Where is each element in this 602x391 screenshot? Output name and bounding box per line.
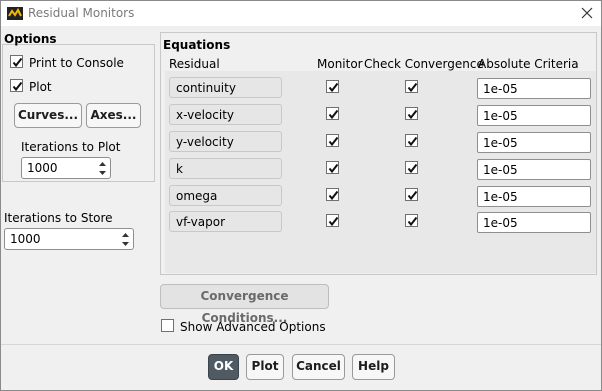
- axes-button[interactable]: Axes...: [86, 103, 141, 128]
- check-convergence-checkbox[interactable]: [405, 134, 418, 147]
- checkmark-icon: [407, 136, 418, 147]
- plot-button[interactable]: Plot: [246, 354, 284, 380]
- options-heading: Options: [4, 32, 57, 46]
- residual-column-header: Residual: [169, 57, 220, 71]
- equations-heading: Equations: [163, 38, 231, 52]
- residual-name-field: omega: [169, 185, 282, 206]
- checkmark-icon: [328, 216, 339, 227]
- residual-name-field: x-velocity: [169, 104, 282, 125]
- footer-divider: [1, 344, 601, 345]
- checkmark-icon: [407, 190, 418, 201]
- residual-name-field: y-velocity: [169, 131, 282, 152]
- convergence-conditions-button[interactable]: Convergence Conditions...: [160, 284, 329, 325]
- check-convergence-checkbox[interactable]: [405, 107, 418, 120]
- checkmark-icon: [407, 216, 418, 227]
- print-to-console-checkbox[interactable]: [10, 55, 23, 68]
- checkmark-icon: [407, 163, 418, 174]
- monitor-checkbox[interactable]: [326, 80, 339, 93]
- residual-name-field: vf-vapor: [169, 211, 282, 232]
- iterations-to-plot-stepper[interactable]: 1000: [21, 157, 111, 179]
- title-bar: Residual Monitors: [1, 1, 601, 26]
- checkmark-icon: [12, 81, 23, 92]
- cancel-button[interactable]: Cancel: [292, 354, 345, 380]
- monitor-column-header: Monitor: [317, 57, 363, 71]
- checkmark-icon: [12, 57, 23, 68]
- curves-button[interactable]: Curves...: [14, 103, 82, 128]
- ok-button[interactable]: OK: [208, 354, 239, 380]
- residual-name-field: continuity: [169, 77, 282, 98]
- help-button[interactable]: Help: [352, 354, 395, 380]
- spinner-arrows-icon[interactable]: [121, 231, 130, 248]
- absolute-criteria-column-header: Absolute Criteria: [478, 57, 579, 71]
- residual-monitors-dialog: Residual Monitors Options Print to Conso…: [0, 0, 602, 391]
- check-convergence-checkbox[interactable]: [405, 80, 418, 93]
- monitor-checkbox[interactable]: [326, 134, 339, 147]
- absolute-criteria-input[interactable]: 1e-05: [477, 186, 591, 207]
- monitor-checkbox[interactable]: [326, 161, 339, 174]
- checkmark-icon: [407, 82, 418, 93]
- plot-label: Plot: [29, 80, 52, 94]
- iterations-to-plot-label: Iterations to Plot: [21, 140, 121, 154]
- checkmark-icon: [328, 109, 339, 120]
- monitor-checkbox[interactable]: [326, 107, 339, 120]
- absolute-criteria-input[interactable]: 1e-05: [477, 105, 591, 126]
- residual-name-field: k: [169, 158, 282, 179]
- absolute-criteria-input[interactable]: 1e-05: [477, 132, 591, 153]
- check-convergence-checkbox[interactable]: [405, 161, 418, 174]
- checkmark-icon: [328, 190, 339, 201]
- check-convergence-checkbox[interactable]: [405, 214, 418, 227]
- show-advanced-options-label: Show Advanced Options: [180, 320, 326, 334]
- check-convergence-column-header: Check Convergence: [364, 57, 484, 71]
- spinner-arrows-icon[interactable]: [98, 160, 107, 177]
- checkmark-icon: [407, 109, 418, 120]
- ansys-fluent-icon: [7, 7, 23, 20]
- window-title: Residual Monitors: [28, 6, 135, 20]
- iterations-to-store-label: Iterations to Store: [4, 211, 113, 225]
- monitor-checkbox[interactable]: [326, 188, 339, 201]
- absolute-criteria-input[interactable]: 1e-05: [477, 212, 591, 233]
- checkmark-icon: [328, 163, 339, 174]
- absolute-criteria-input[interactable]: 1e-05: [477, 78, 591, 99]
- checkmark-icon: [328, 82, 339, 93]
- checkmark-icon: [328, 136, 339, 147]
- iterations-to-store-value: 1000: [10, 232, 41, 246]
- check-convergence-checkbox[interactable]: [405, 188, 418, 201]
- absolute-criteria-input[interactable]: 1e-05: [477, 159, 591, 180]
- plot-checkbox[interactable]: [10, 79, 23, 92]
- iterations-to-plot-value: 1000: [27, 161, 58, 175]
- iterations-to-store-stepper[interactable]: 1000: [4, 228, 134, 250]
- close-icon[interactable]: [579, 5, 595, 21]
- print-to-console-label: Print to Console: [29, 56, 124, 70]
- monitor-checkbox[interactable]: [326, 214, 339, 227]
- show-advanced-options-checkbox[interactable]: [161, 319, 174, 332]
